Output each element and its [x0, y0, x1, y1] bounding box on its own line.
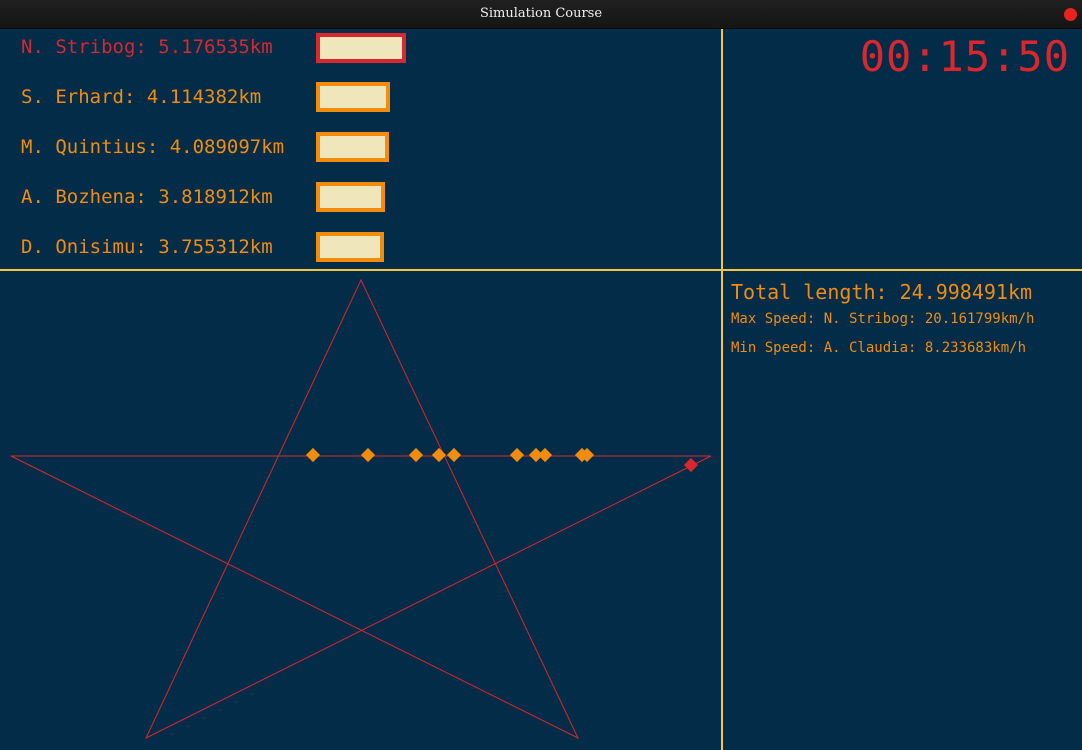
runner-marker [509, 447, 525, 463]
leaderboard-entry-1: N. Stribog: 5.176535km [21, 36, 273, 58]
leaderboard-label: M. Quintius: 4.089097km [21, 136, 285, 158]
race-track-canvas [10, 278, 712, 740]
progress-bar-1 [316, 33, 406, 63]
close-icon[interactable] [1064, 8, 1077, 21]
leaderboard-entry-2: S. Erhard: 4.114382km [21, 86, 261, 108]
leaderboard-label: N. Stribog: 5.176535km [21, 36, 273, 58]
title-bar[interactable]: Simulation Course [0, 0, 1082, 29]
leaderboard-label: S. Erhard: 4.114382km [21, 86, 262, 108]
runner-marker [408, 447, 424, 463]
runner-marker [537, 447, 553, 463]
leaderboard-label: A. Bozhena: 3.818912km [21, 186, 273, 208]
progress-bar-5 [316, 232, 384, 262]
runner-marker [446, 447, 462, 463]
leader-marker [683, 457, 699, 473]
window-title: Simulation Course [479, 6, 603, 21]
app-window: Simulation Course N. Stribog: 5.176535km… [0, 0, 1082, 750]
leaderboard-entry-5: D. Onisimu: 3.755312km [21, 236, 273, 258]
runner-markers [305, 447, 699, 473]
runner-marker [360, 447, 376, 463]
runner-marker [431, 447, 447, 463]
progress-bar-2 [316, 82, 390, 112]
progress-bar-4 [316, 182, 385, 212]
leaderboard-entry-4: A. Bozhena: 3.818912km [21, 186, 273, 208]
pentagram-track [10, 278, 712, 740]
runner-marker [305, 447, 321, 463]
total-length: Total length: 24.998491km [731, 280, 1033, 304]
leaderboard-entry-3: M. Quintius: 4.089097km [21, 136, 284, 158]
max-speed: Max Speed: N. Stribog: 20.161799km/h [731, 311, 1035, 327]
vertical-divider [721, 29, 723, 750]
min-speed: Min Speed: A. Claudia: 8.233683km/h [731, 340, 1027, 356]
progress-bar-3 [316, 132, 389, 162]
leaderboard-label: D. Onisimu: 3.755312km [21, 236, 273, 258]
race-timer: 00:15:50 [859, 32, 1070, 81]
